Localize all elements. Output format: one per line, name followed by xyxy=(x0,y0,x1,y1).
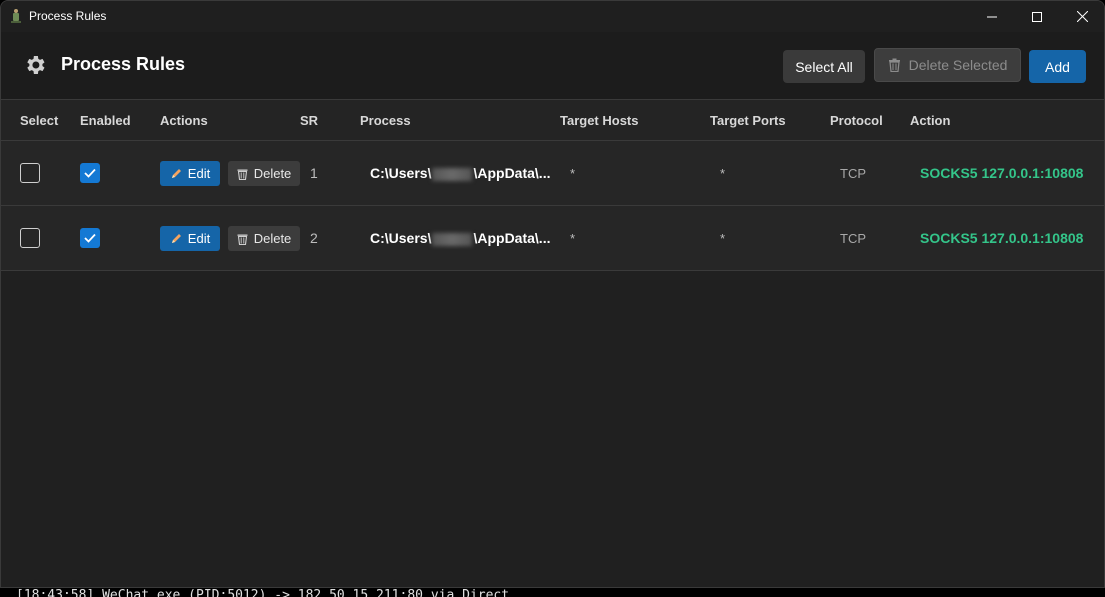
checkmark-icon xyxy=(84,168,96,178)
delete-label: Delete xyxy=(253,166,292,181)
select-checkbox[interactable] xyxy=(20,228,40,248)
app-icon xyxy=(11,9,21,23)
redacted-username xyxy=(432,232,473,246)
window-title: Process Rules xyxy=(29,9,107,23)
edit-label: Edit xyxy=(187,166,211,181)
process-cell: C:\Users\ \AppData\... xyxy=(370,165,550,181)
protocol-cell: TCP xyxy=(840,231,866,246)
enabled-checkbox[interactable] xyxy=(80,228,100,248)
process-path-prefix: C:\Users\ xyxy=(370,230,432,246)
maximize-button[interactable] xyxy=(1014,1,1060,32)
page-title: Process Rules xyxy=(61,54,186,74)
redacted-username xyxy=(432,167,473,181)
delete-button[interactable]: Delete xyxy=(228,226,300,251)
delete-selected-label: Delete Selected xyxy=(908,57,1008,73)
console-log-line: [18:43:58] WeChat.exe (PID:5012) -> 182.… xyxy=(16,588,510,597)
column-header-process[interactable]: Process xyxy=(360,113,411,128)
action-cell: SOCKS5 127.0.0.1:10808 xyxy=(920,165,1084,181)
sr-cell: 1 xyxy=(310,165,318,181)
column-header-action[interactable]: Action xyxy=(910,113,950,128)
sr-cell: 2 xyxy=(310,230,318,246)
delete-button[interactable]: Delete xyxy=(228,161,300,186)
process-rules-window: Process Rules Process Rules Select All D… xyxy=(0,0,1105,588)
column-header-target-hosts[interactable]: Target Hosts xyxy=(560,113,639,128)
delete-selected-button[interactable]: Delete Selected xyxy=(874,48,1021,82)
column-header-sr[interactable]: SR xyxy=(300,113,318,128)
checkmark-icon xyxy=(84,233,96,243)
delete-label: Delete xyxy=(253,231,292,246)
console-output: [18:43:58] WeChat.exe (PID:5012) -> 182.… xyxy=(0,588,1105,597)
table-row[interactable]: Edit Delete 2 C:\Users\ \AppData\... * * … xyxy=(1,206,1104,271)
process-path-suffix: \AppData\... xyxy=(473,165,551,181)
column-header-select[interactable]: Select xyxy=(20,113,58,128)
trash-icon xyxy=(237,234,248,245)
trash-icon xyxy=(888,58,900,72)
empty-table-area xyxy=(1,271,1104,587)
minimize-button[interactable] xyxy=(969,1,1015,32)
process-cell: C:\Users\ \AppData\... xyxy=(370,230,550,246)
process-path-prefix: C:\Users\ xyxy=(370,165,432,181)
close-icon xyxy=(1076,11,1088,22)
trash-icon xyxy=(237,169,248,180)
add-button[interactable]: Add xyxy=(1029,50,1086,83)
minimize-icon xyxy=(987,16,997,17)
action-cell: SOCKS5 127.0.0.1:10808 xyxy=(920,230,1084,246)
pencil-icon xyxy=(171,168,181,178)
edit-button[interactable]: Edit xyxy=(160,161,220,186)
edit-label: Edit xyxy=(187,231,211,246)
target-ports-cell: * xyxy=(720,166,726,181)
pencil-icon xyxy=(171,233,181,243)
column-header-enabled[interactable]: Enabled xyxy=(80,113,131,128)
gear-icon xyxy=(27,56,45,74)
enabled-checkbox[interactable] xyxy=(80,163,100,183)
target-ports-cell: * xyxy=(720,231,726,246)
close-button[interactable] xyxy=(1059,1,1104,32)
select-checkbox[interactable] xyxy=(20,163,40,183)
protocol-cell: TCP xyxy=(840,166,866,181)
target-hosts-cell: * xyxy=(570,231,576,246)
column-header-target-ports[interactable]: Target Ports xyxy=(710,113,786,128)
table-row[interactable]: Edit Delete 1 C:\Users\ \AppData\... * * … xyxy=(1,141,1104,206)
process-path-suffix: \AppData\... xyxy=(473,230,551,246)
page-header: Process Rules Select All Delete Selected… xyxy=(1,32,1104,100)
select-all-button[interactable]: Select All xyxy=(783,50,865,83)
edit-button[interactable]: Edit xyxy=(160,226,220,251)
target-hosts-cell: * xyxy=(570,166,576,181)
title-bar: Process Rules xyxy=(1,1,1104,32)
column-header-actions[interactable]: Actions xyxy=(160,113,208,128)
column-header-protocol[interactable]: Protocol xyxy=(830,113,883,128)
maximize-icon xyxy=(1032,11,1042,22)
table-header: Select Enabled Actions SR Process Target… xyxy=(1,100,1104,141)
